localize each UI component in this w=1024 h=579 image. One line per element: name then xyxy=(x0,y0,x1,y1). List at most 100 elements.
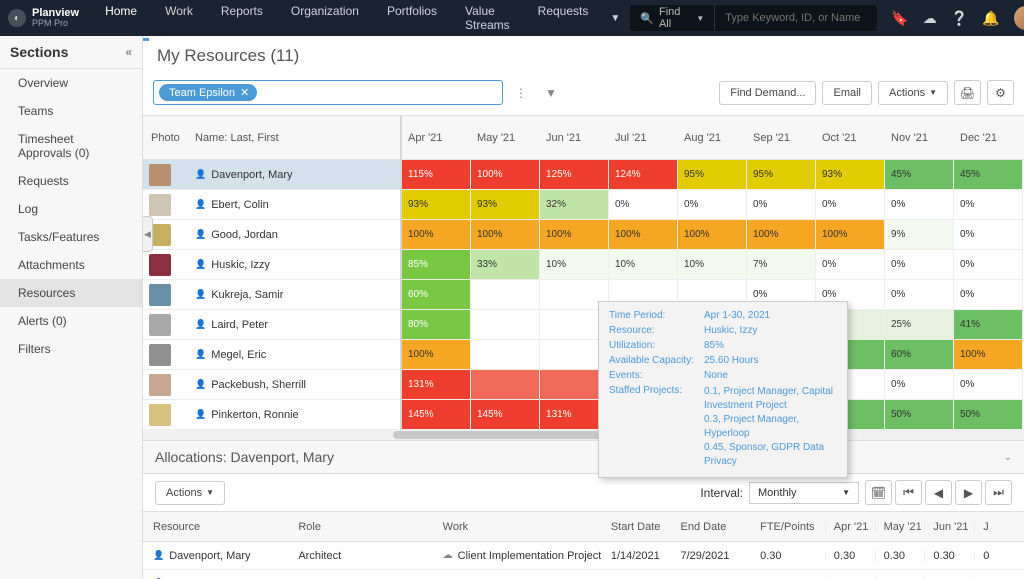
alloc-row[interactable]: 👤Davenport, Mary Architect ☁(EME) SERCEL… xyxy=(143,570,1024,579)
calendar-icon[interactable]: 🗓 xyxy=(865,480,892,505)
grid-header-month[interactable]: Jun '21 xyxy=(540,132,609,144)
resource-row[interactable]: 👤Laird, Peter xyxy=(143,310,400,340)
utilization-cell[interactable]: 45% xyxy=(954,160,1023,190)
nav-prev-icon[interactable]: ◀ xyxy=(925,480,952,505)
sidebar-item-resources[interactable]: Resources xyxy=(0,279,142,307)
utilization-cell[interactable]: 10% xyxy=(540,250,609,280)
utilization-cell[interactable]: 60% xyxy=(885,340,954,370)
sidebar-item-attachments[interactable]: Attachments xyxy=(0,251,142,279)
utilization-cell[interactable]: 0% xyxy=(885,370,954,400)
utilization-cell[interactable]: 41% xyxy=(954,310,1023,340)
alloc-header-month[interactable]: J xyxy=(974,521,1024,533)
utilization-cell[interactable]: 60% xyxy=(402,280,471,310)
allocations-collapse-icon[interactable]: ⌄ xyxy=(1004,452,1012,463)
sidebar-expand-handle[interactable]: ◀ xyxy=(143,216,153,252)
nav-last-icon[interactable]: ⏭ xyxy=(985,480,1012,505)
utilization-cell[interactable]: 100% xyxy=(678,220,747,250)
utilization-cell[interactable]: 85% xyxy=(402,250,471,280)
sidebar-item-overview[interactable]: Overview xyxy=(0,69,142,97)
utilization-cell[interactable]: 0% xyxy=(885,280,954,310)
search-input[interactable] xyxy=(715,12,877,24)
notifications-icon[interactable]: 🔔 xyxy=(982,10,999,27)
bookmark-icon[interactable]: 🔖 xyxy=(891,10,908,27)
actions-button[interactable]: Actions▼ xyxy=(878,81,948,105)
resource-row[interactable]: 👤Pinkerton, Ronnie xyxy=(143,400,400,430)
utilization-cell[interactable]: 0% xyxy=(954,190,1023,220)
utilization-cell[interactable]: 50% xyxy=(954,400,1023,430)
sidebar-item-log[interactable]: Log xyxy=(0,195,142,223)
alloc-header-month[interactable]: Apr '21 xyxy=(825,521,875,533)
alloc-header-resource[interactable]: Resource xyxy=(143,521,292,533)
grid-header-photo[interactable]: Photo xyxy=(143,132,195,144)
resource-row[interactable]: 👤Kukreja, Samir xyxy=(143,280,400,310)
utilization-cell[interactable]: 124% xyxy=(609,160,678,190)
utilization-cell[interactable]: 32% xyxy=(540,190,609,220)
filter-tag-remove-icon[interactable]: ✕ xyxy=(240,86,249,99)
nav-item-work[interactable]: Work xyxy=(153,0,205,41)
find-all-dropdown[interactable]: 🔍 Find All ▼ xyxy=(630,5,715,31)
utilization-cell[interactable]: 93% xyxy=(816,160,885,190)
utilization-cell[interactable]: 95% xyxy=(747,160,816,190)
utilization-cell[interactable]: 80% xyxy=(402,310,471,340)
utilization-cell[interactable]: 45% xyxy=(885,160,954,190)
alloc-header-end[interactable]: End Date xyxy=(681,521,761,533)
utilization-cell[interactable]: 0% xyxy=(885,250,954,280)
nav-item-reports[interactable]: Reports xyxy=(209,0,275,41)
nav-item-organization[interactable]: Organization xyxy=(279,0,371,41)
more-options-icon[interactable]: ⋮ xyxy=(509,82,533,104)
utilization-cell[interactable]: 100% xyxy=(954,340,1023,370)
utilization-cell[interactable]: 100% xyxy=(540,220,609,250)
help-icon[interactable]: ❔ xyxy=(951,10,968,27)
utilization-cell[interactable]: 145% xyxy=(471,400,540,430)
utilization-cell[interactable]: 145% xyxy=(402,400,471,430)
grid-header-month[interactable]: Dec '21 xyxy=(954,132,1023,144)
utilization-cell[interactable]: 93% xyxy=(402,190,471,220)
sidebar-item-filters[interactable]: Filters xyxy=(0,335,142,363)
alloc-header-fte[interactable]: FTE/Points xyxy=(760,521,825,533)
alloc-header-month[interactable]: May '21 xyxy=(875,521,925,533)
alloc-header-start[interactable]: Start Date xyxy=(611,521,681,533)
grid-header-month[interactable]: May '21 xyxy=(471,132,540,144)
utilization-cell[interactable]: 100% xyxy=(471,220,540,250)
interval-select[interactable]: Monthly▼ xyxy=(749,482,859,504)
grid-header-month[interactable]: Jul '21 xyxy=(609,132,678,144)
utilization-cell[interactable]: 33% xyxy=(471,250,540,280)
alloc-row[interactable]: 👤Davenport, Mary Architect ☁Client Imple… xyxy=(143,542,1024,570)
sidebar-item-timesheet-approvals-0-[interactable]: Timesheet Approvals (0) xyxy=(0,125,142,167)
resource-row[interactable]: 👤Ebert, Colin xyxy=(143,190,400,220)
utilization-cell[interactable]: 100% xyxy=(816,220,885,250)
grid-header-month[interactable]: Oct '21 xyxy=(816,132,885,144)
alloc-header-month[interactable]: Jun '21 xyxy=(924,521,974,533)
grid-header-name[interactable]: Name: Last, First xyxy=(195,132,400,144)
settings-gear-icon[interactable]: ⚙ xyxy=(987,80,1014,105)
utilization-cell[interactable]: 0% xyxy=(816,250,885,280)
utilization-cell[interactable]: 0% xyxy=(747,190,816,220)
utilization-cell[interactable]: 0% xyxy=(609,190,678,220)
grid-header-month[interactable]: Sep '21 xyxy=(747,132,816,144)
nav-more-icon[interactable]: ▼ xyxy=(600,4,630,33)
nav-item-home[interactable]: Home xyxy=(93,0,149,41)
utilization-cell[interactable]: 100% xyxy=(471,160,540,190)
nav-next-icon[interactable]: ▶ xyxy=(955,480,982,505)
print-icon[interactable]: 🖨 xyxy=(954,80,981,105)
utilization-cell[interactable]: 100% xyxy=(402,340,471,370)
utilization-cell[interactable]: 95% xyxy=(678,160,747,190)
utilization-cell[interactable]: 115% xyxy=(402,160,471,190)
utilization-cell[interactable]: 100% xyxy=(402,220,471,250)
nav-first-icon[interactable]: ⏮ xyxy=(895,480,922,505)
grid-header-month[interactable]: Nov '21 xyxy=(885,132,954,144)
user-avatar[interactable] xyxy=(1014,6,1024,30)
filter-icon[interactable]: ▼ xyxy=(539,82,563,104)
utilization-cell[interactable]: 100% xyxy=(747,220,816,250)
utilization-cell[interactable]: 131% xyxy=(402,370,471,400)
sidebar-item-requests[interactable]: Requests xyxy=(0,167,142,195)
resource-row[interactable]: 👤Megel, Eric xyxy=(143,340,400,370)
grid-scrollbar[interactable] xyxy=(143,430,1024,440)
utilization-cell[interactable] xyxy=(471,280,540,310)
nav-item-portfolios[interactable]: Portfolios xyxy=(375,0,449,41)
utilization-cell[interactable] xyxy=(471,340,540,370)
utilization-cell[interactable]: 10% xyxy=(609,250,678,280)
find-demand-button[interactable]: Find Demand... xyxy=(719,81,816,105)
sidebar-collapse-icon[interactable]: « xyxy=(125,45,132,59)
sidebar-item-alerts-0-[interactable]: Alerts (0) xyxy=(0,307,142,335)
